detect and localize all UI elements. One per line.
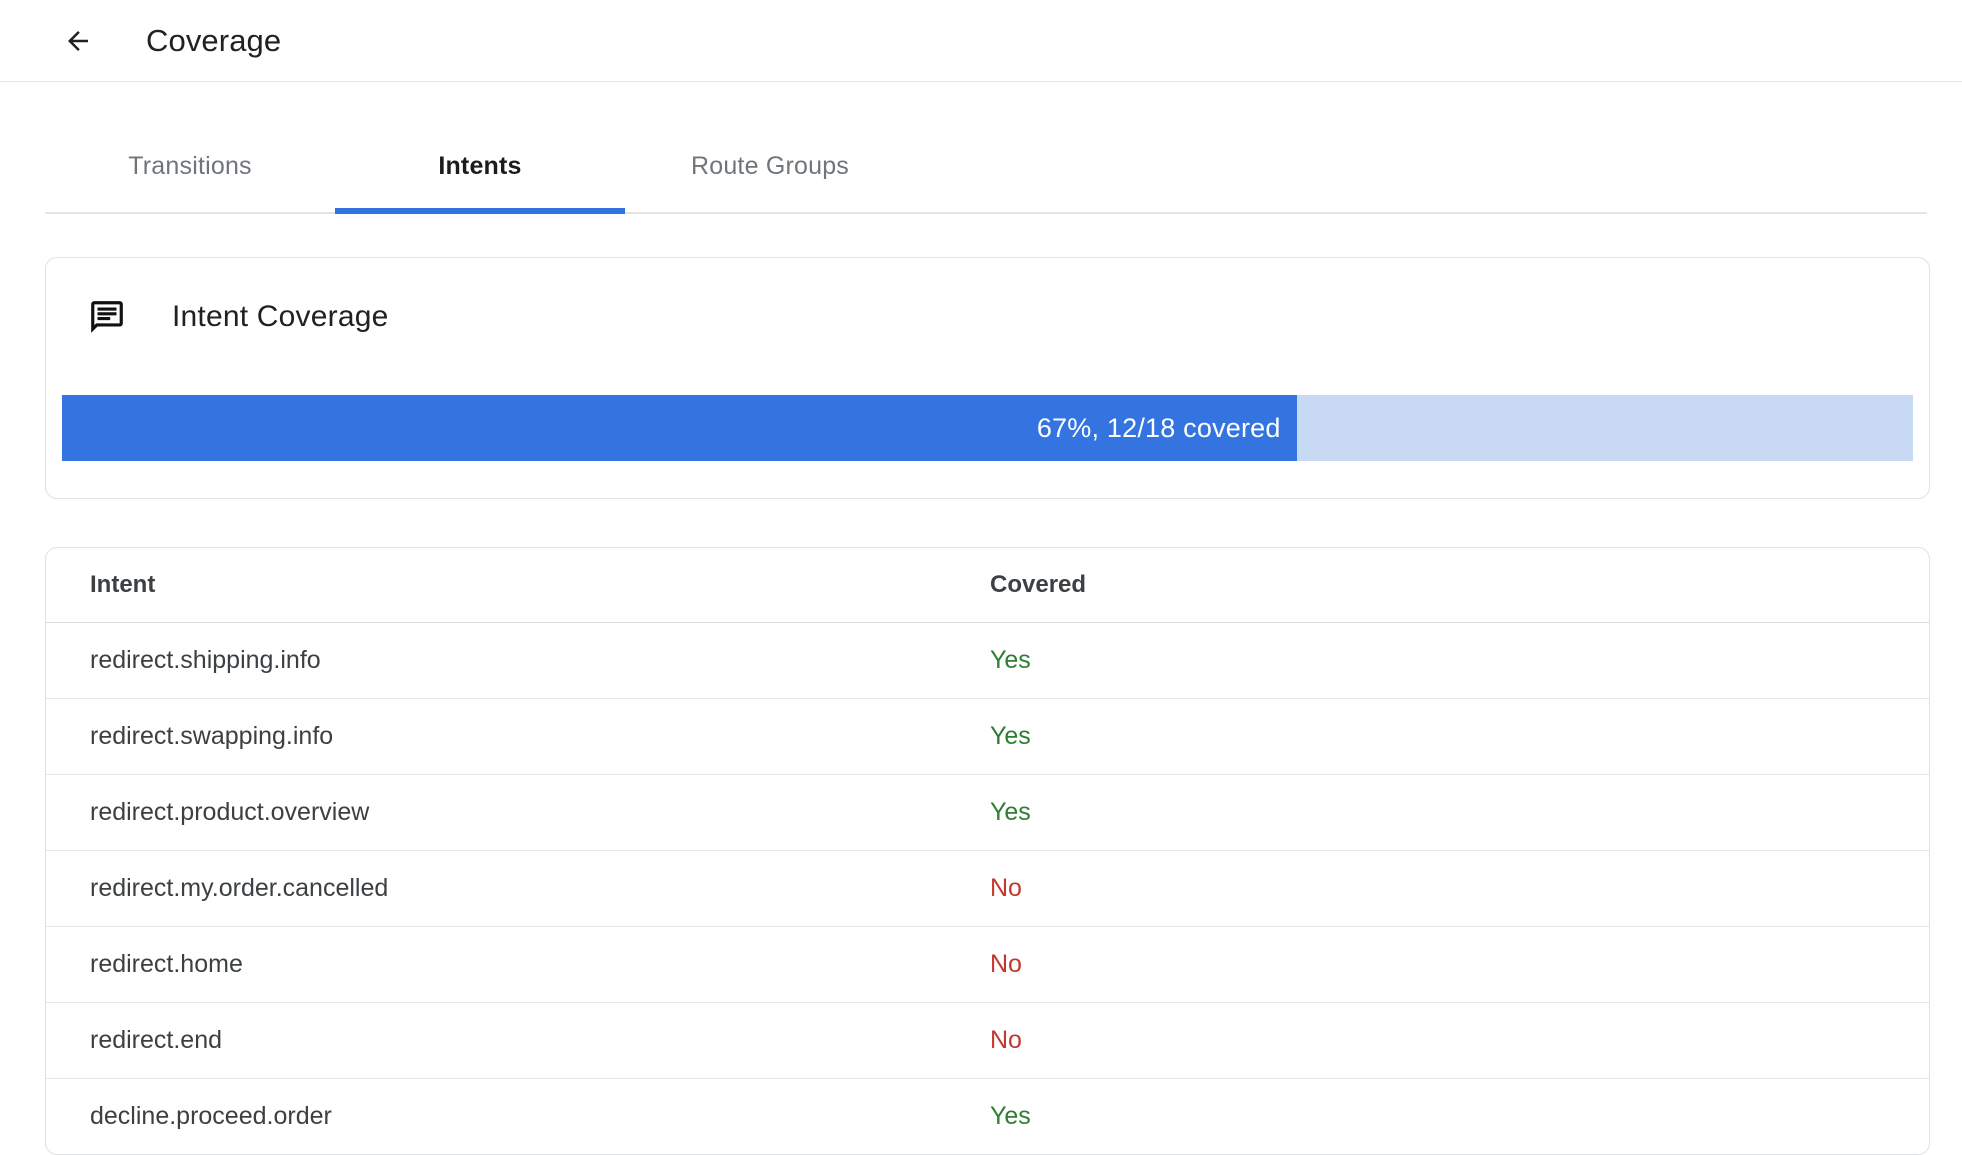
tab-bar: Transitions Intents Route Groups bbox=[45, 120, 1927, 214]
app-bar: Coverage bbox=[0, 0, 1962, 82]
intent-coverage-card: Intent Coverage 67%, 12/18 covered bbox=[45, 257, 1930, 499]
tab-route-groups[interactable]: Route Groups bbox=[625, 120, 915, 212]
intent-coverage-table: Intent Covered redirect.shipping.info Ye… bbox=[46, 548, 1929, 1154]
column-header-covered: Covered bbox=[990, 548, 1929, 623]
tab-transitions[interactable]: Transitions bbox=[45, 120, 335, 212]
table-row: redirect.swapping.info Yes bbox=[46, 698, 1929, 775]
covered-value: Yes bbox=[990, 1078, 1929, 1154]
covered-value: No bbox=[990, 1002, 1929, 1079]
chat-icon bbox=[88, 298, 126, 336]
table-row: redirect.home No bbox=[46, 926, 1929, 1003]
column-header-intent: Intent bbox=[46, 548, 990, 623]
intent-name: redirect.shipping.info bbox=[90, 646, 321, 674]
covered-value: Yes bbox=[990, 646, 1031, 674]
table-row: redirect.shipping.info Yes bbox=[46, 623, 1929, 699]
intent-name: decline.proceed.order bbox=[46, 1078, 990, 1154]
intent-name: redirect.home bbox=[46, 926, 990, 1003]
intent-name: redirect.end bbox=[46, 1002, 990, 1079]
page-title: Coverage bbox=[146, 22, 282, 58]
table-row: redirect.product.overview Yes bbox=[46, 774, 1929, 851]
covered-value: Yes bbox=[990, 698, 1929, 775]
table-row: decline.proceed.order Yes bbox=[46, 1078, 1929, 1154]
covered-value: Yes bbox=[990, 774, 1929, 851]
card-title: Intent Coverage bbox=[172, 300, 389, 333]
table-header-row: Intent Covered bbox=[46, 548, 1929, 623]
covered-value: No bbox=[990, 850, 1929, 927]
intent-name: redirect.swapping.info bbox=[46, 698, 990, 775]
intent-table-card: Intent Covered redirect.shipping.info Ye… bbox=[45, 547, 1930, 1155]
covered-value: No bbox=[990, 926, 1929, 1003]
back-button[interactable] bbox=[61, 24, 95, 58]
coverage-card-header: Intent Coverage bbox=[46, 258, 1929, 336]
table-row: redirect.my.order.cancelled No bbox=[46, 850, 1929, 927]
progress-fill: 67%, 12/18 covered bbox=[62, 395, 1297, 461]
intent-name: redirect.my.order.cancelled bbox=[46, 850, 990, 927]
coverage-progress-bar: 67%, 12/18 covered bbox=[62, 395, 1913, 461]
intent-name: redirect.product.overview bbox=[46, 774, 990, 851]
table-row: redirect.end No bbox=[46, 1002, 1929, 1079]
progress-label: 67%, 12/18 covered bbox=[1036, 412, 1281, 443]
tab-intents[interactable]: Intents bbox=[335, 120, 625, 214]
arrow-back-icon bbox=[63, 26, 93, 56]
